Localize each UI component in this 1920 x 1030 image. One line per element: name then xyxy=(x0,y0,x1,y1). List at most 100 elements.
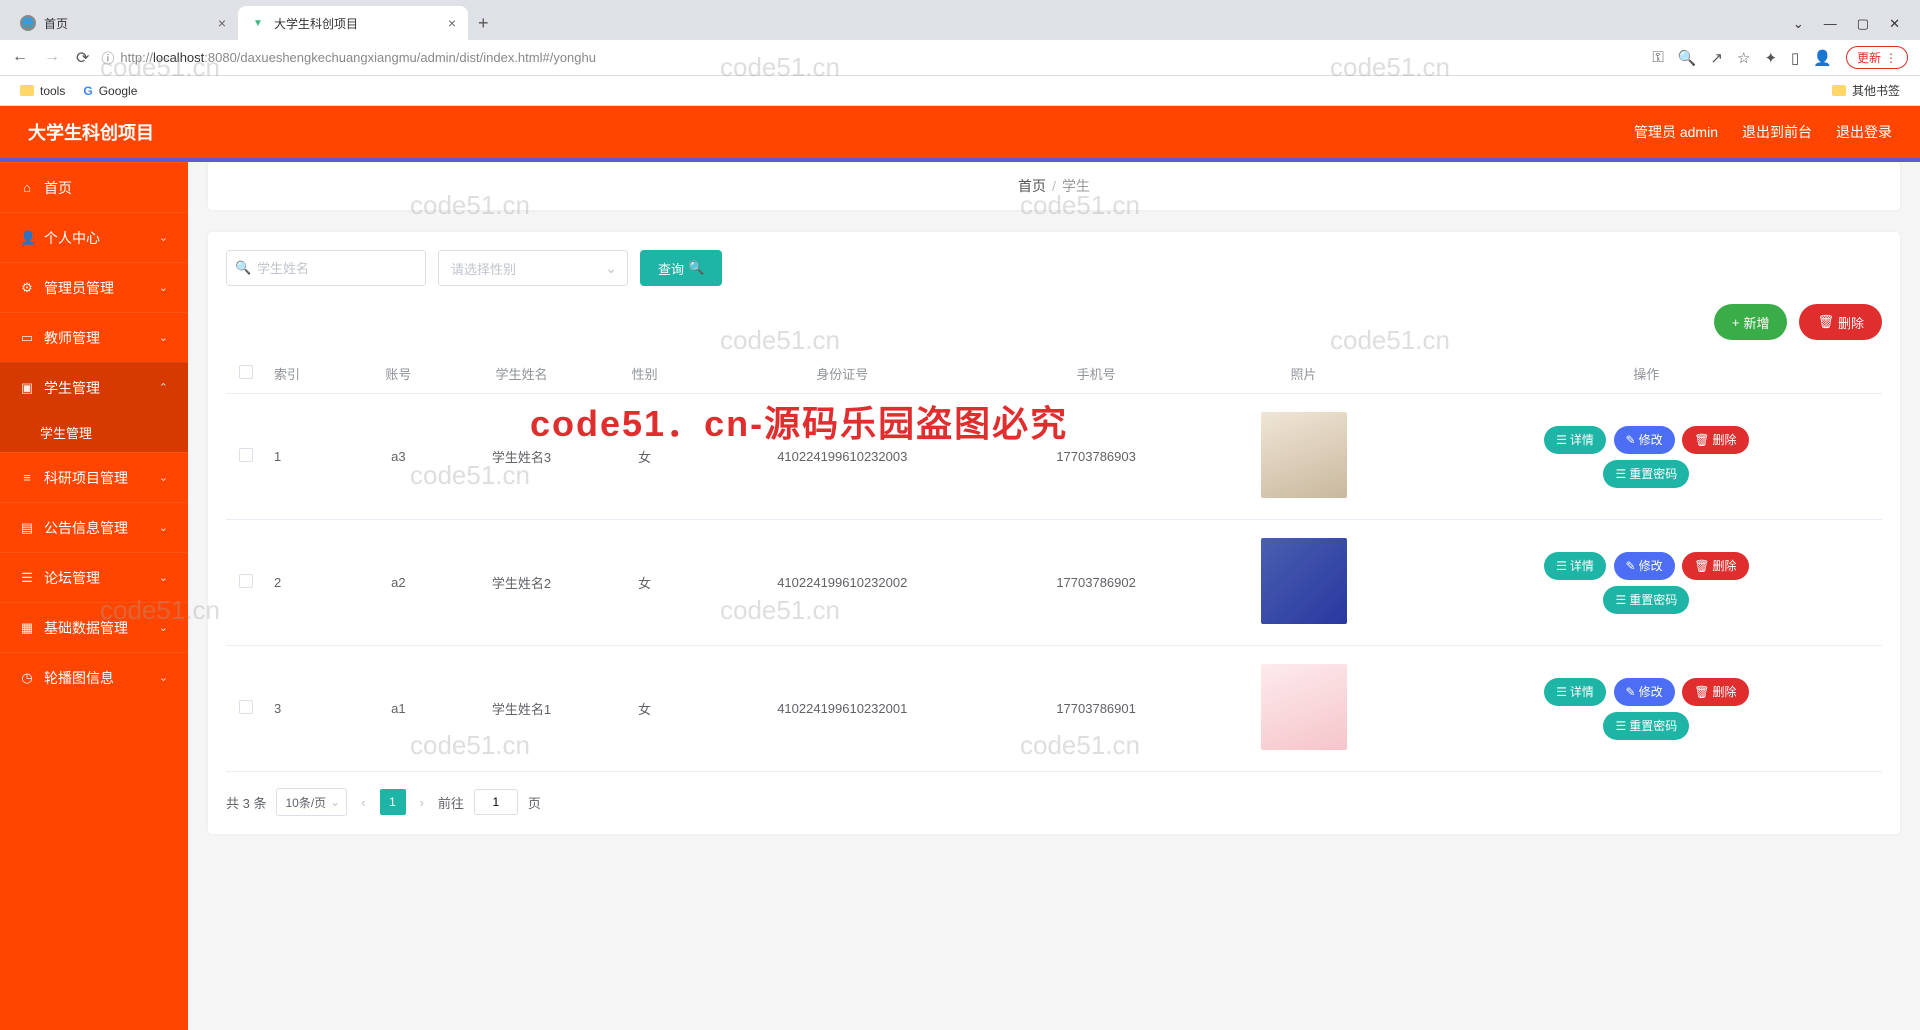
sidebar-item[interactable]: ≡科研项目管理⌄ xyxy=(0,452,188,502)
reset-password-button[interactable]: ☰重置密码 xyxy=(1603,586,1689,614)
new-tab-button[interactable]: + xyxy=(468,13,499,34)
reset-password-button[interactable]: ☰重置密码 xyxy=(1603,460,1689,488)
sidebar-item[interactable]: ⚙管理员管理⌄ xyxy=(0,262,188,312)
vue-icon: ▼ xyxy=(250,15,266,31)
list-icon: ☰ xyxy=(1615,719,1626,733)
edit-button[interactable]: ✎修改 xyxy=(1614,552,1675,580)
sidebar-item[interactable]: ▦基础数据管理⌄ xyxy=(0,602,188,652)
cell-index: 2 xyxy=(266,520,354,646)
cell-account: a3 xyxy=(354,394,442,520)
list-icon: ☰ xyxy=(1615,593,1626,607)
table-row: 1 a3 学生姓名3 女 410224199610232003 17703786… xyxy=(226,394,1882,520)
photo-thumbnail[interactable] xyxy=(1261,664,1347,750)
nav-icon: ≡ xyxy=(20,470,34,485)
checkbox[interactable] xyxy=(239,700,253,714)
zoom-icon[interactable]: 🔍 xyxy=(1678,49,1697,67)
photo-thumbnail[interactable] xyxy=(1261,412,1347,498)
checkbox[interactable] xyxy=(239,448,253,462)
trash-icon: 🗑 xyxy=(1694,685,1709,699)
browser-tab[interactable]: ▼ 大学生科创项目 × xyxy=(238,6,468,40)
cell-account: a1 xyxy=(354,646,442,772)
search-button[interactable]: 查询🔍 xyxy=(640,250,722,286)
per-page-select[interactable]: 10条/页 xyxy=(276,788,347,816)
add-button[interactable]: +新增 xyxy=(1714,304,1788,340)
column-header: 学生姓名 xyxy=(443,354,601,394)
back-icon[interactable]: ← xyxy=(12,48,28,68)
detail-button[interactable]: ☰详情 xyxy=(1544,552,1606,580)
page-number[interactable]: 1 xyxy=(380,789,406,815)
app-title: 大学生科创项目 xyxy=(28,119,154,145)
close-window-icon[interactable]: ✕ xyxy=(1889,16,1900,32)
sidebar-item[interactable]: ▣学生管理⌃ xyxy=(0,362,188,412)
bookmark-other[interactable]: 其他书签 xyxy=(1832,82,1900,99)
url-input[interactable]: ⓘ http://localhost:8080/daxueshengkechua… xyxy=(101,48,1640,67)
bookmark-tools[interactable]: tools xyxy=(20,84,65,98)
close-icon[interactable]: × xyxy=(448,15,456,31)
dropdown-icon[interactable]: ⌄ xyxy=(1793,16,1804,32)
sidebar-item-label: 教师管理 xyxy=(44,328,100,348)
detail-button[interactable]: ☰详情 xyxy=(1544,678,1606,706)
name-input[interactable] xyxy=(226,250,426,286)
sidebar-item[interactable]: ▤公告信息管理⌄ xyxy=(0,502,188,552)
reset-password-button[interactable]: ☰重置密码 xyxy=(1603,712,1689,740)
breadcrumb-home[interactable]: 首页 xyxy=(1018,176,1046,196)
edit-button[interactable]: ✎修改 xyxy=(1614,678,1675,706)
chevron-icon: ⌄ xyxy=(159,621,168,634)
sidebar-item[interactable]: ⌂首页 xyxy=(0,162,188,212)
edit-button[interactable]: ✎修改 xyxy=(1614,426,1675,454)
close-icon[interactable]: × xyxy=(218,15,226,31)
next-page-icon[interactable]: › xyxy=(416,795,428,810)
reload-icon[interactable]: ⟳ xyxy=(76,48,89,68)
minimize-icon[interactable]: — xyxy=(1824,16,1837,32)
cell-idcard: 410224199610232001 xyxy=(689,646,996,772)
share-icon[interactable]: ↗ xyxy=(1710,49,1723,67)
sidebar-item[interactable]: 👤个人中心⌄ xyxy=(0,212,188,262)
sidebar-item-label: 学生管理 xyxy=(44,378,100,398)
logout-button[interactable]: 退出登录 xyxy=(1836,122,1892,142)
bookmark-google[interactable]: GGoogle xyxy=(83,84,137,98)
panel-icon[interactable]: ▯ xyxy=(1791,49,1799,67)
puzzle-icon[interactable]: ✦ xyxy=(1764,49,1777,67)
pencil-icon: ✎ xyxy=(1626,559,1636,573)
list-icon: ☰ xyxy=(1556,559,1567,573)
window-controls: ⌄ — ▢ ✕ xyxy=(1793,16,1920,32)
column-header: 账号 xyxy=(354,354,442,394)
browser-tab[interactable]: 🌐 首页 × xyxy=(8,6,238,40)
filter-row: 🔍 请选择性别 查询🔍 xyxy=(226,250,1882,286)
cell-index: 3 xyxy=(266,646,354,772)
cell-ops: ☰详情 ✎修改 🗑删除 ☰重置密码 xyxy=(1411,394,1882,520)
sidebar-item[interactable]: ☰论坛管理⌄ xyxy=(0,552,188,602)
delete-button[interactable]: 🗑删除 xyxy=(1799,304,1882,340)
sidebar-subitem[interactable]: 学生管理 xyxy=(0,412,188,452)
tab-label: 首页 xyxy=(44,15,68,32)
maximize-icon[interactable]: ▢ xyxy=(1857,16,1869,32)
main-content: 首页 / 学生 🔍 请选择性别 查询🔍 +新增 xyxy=(188,162,1920,1030)
bookmark-star-icon[interactable]: ☆ xyxy=(1737,49,1750,67)
sidebar-item[interactable]: ▭教师管理⌄ xyxy=(0,312,188,362)
exit-to-front-button[interactable]: 退出到前台 xyxy=(1742,122,1812,142)
delete-row-button[interactable]: 🗑删除 xyxy=(1682,426,1748,454)
detail-button[interactable]: ☰详情 xyxy=(1544,426,1606,454)
sidebar-item[interactable]: ◷轮播图信息⌄ xyxy=(0,652,188,702)
table-row: 2 a2 学生姓名2 女 410224199610232002 17703786… xyxy=(226,520,1882,646)
sidebar-item-label: 公告信息管理 xyxy=(44,518,128,538)
key-icon[interactable]: ⚿ xyxy=(1652,49,1663,66)
sidebar: ⌂首页👤个人中心⌄⚙管理员管理⌄▭教师管理⌄▣学生管理⌃学生管理≡科研项目管理⌄… xyxy=(0,162,188,1030)
checkbox[interactable] xyxy=(239,574,253,588)
checkbox[interactable] xyxy=(239,365,253,379)
delete-row-button[interactable]: 🗑删除 xyxy=(1682,678,1748,706)
gender-select[interactable]: 请选择性别 xyxy=(438,250,628,286)
profile-icon[interactable]: 👤 xyxy=(1813,49,1832,67)
photo-thumbnail[interactable] xyxy=(1261,538,1347,624)
user-label[interactable]: 管理员 admin xyxy=(1634,122,1718,142)
prev-page-icon[interactable]: ‹ xyxy=(357,795,369,810)
update-button[interactable]: 更新 xyxy=(1846,46,1908,69)
cell-index: 1 xyxy=(266,394,354,520)
goto-page-input[interactable] xyxy=(474,789,518,815)
list-icon: ☰ xyxy=(1556,685,1567,699)
page-unit: 页 xyxy=(528,793,541,812)
delete-row-button[interactable]: 🗑删除 xyxy=(1682,552,1748,580)
cell-ops: ☰详情 ✎修改 🗑删除 ☰重置密码 xyxy=(1411,520,1882,646)
forward-icon[interactable]: → xyxy=(44,48,60,68)
cell-name: 学生姓名2 xyxy=(443,520,601,646)
